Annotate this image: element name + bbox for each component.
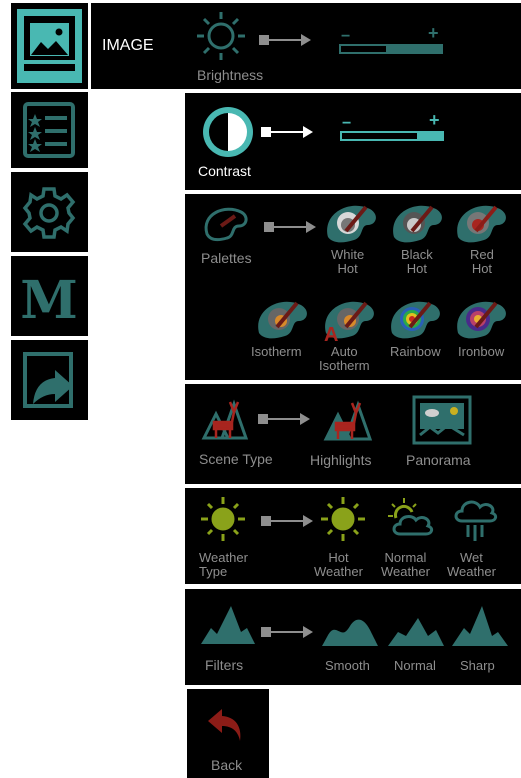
contrast-arrow-icon — [261, 126, 313, 138]
wet-weather-icon[interactable] — [450, 495, 500, 545]
rainbow-palette-icon[interactable] — [388, 297, 444, 343]
slider-plus: + — [429, 110, 440, 130]
weather-sun-icon[interactable] — [200, 496, 246, 542]
sidebar-item-list[interactable] — [11, 92, 88, 168]
slider-track — [340, 131, 444, 141]
ironbow-palette-icon[interactable] — [454, 297, 510, 343]
highlights-icon[interactable] — [322, 393, 374, 443]
auto-isotherm-label: Auto Isotherm — [319, 344, 370, 373]
smooth-filter-icon[interactable] — [322, 616, 378, 646]
red-hot-label: Red Hot — [470, 247, 494, 276]
m-icon: M — [20, 270, 78, 331]
black-hot-label: Black Hot — [401, 247, 433, 276]
filters-arrow-icon — [261, 626, 313, 638]
sidebar-item-image[interactable] — [11, 3, 88, 89]
red-hot-palette-icon[interactable] — [454, 201, 510, 247]
isotherm-palette-icon[interactable] — [255, 297, 311, 343]
back-label: Back — [211, 757, 243, 773]
hot-weather-label: Hot Weather — [314, 550, 363, 579]
brightness-slider[interactable]: − + — [339, 24, 443, 56]
scene-arrow-icon — [258, 413, 310, 425]
white-hot-palette-icon[interactable] — [324, 201, 380, 247]
weather-type-label: Weather Type — [199, 550, 248, 579]
palette-icon[interactable] — [201, 204, 251, 244]
image-icon — [17, 9, 82, 83]
contrast-slider[interactable]: − + — [340, 111, 444, 143]
sharp-filter-icon[interactable] — [452, 606, 508, 646]
brightness-label: Brightness — [197, 67, 264, 83]
auto-isotherm-palette-icon[interactable]: A — [322, 297, 378, 346]
scene-deer-icon[interactable] — [200, 394, 249, 442]
back-arrow-icon — [208, 709, 241, 741]
slider-fill — [417, 133, 442, 139]
black-hot-palette-icon[interactable] — [390, 201, 446, 247]
filters-icon[interactable] — [201, 606, 255, 646]
slider-fill — [386, 46, 441, 52]
sidebar-item-export[interactable] — [11, 340, 88, 420]
palettes-label: Palettes — [201, 250, 252, 266]
isotherm-label: Isotherm — [251, 344, 302, 359]
panorama-label: Panorama — [406, 452, 471, 468]
panorama-icon[interactable] — [412, 395, 472, 445]
gear-icon — [22, 187, 76, 239]
wet-weather-label: Wet Weather — [447, 550, 496, 579]
normal-filter-label: Normal — [394, 658, 436, 673]
rainbow-label: Rainbow — [390, 344, 441, 359]
smooth-label: Smooth — [325, 658, 370, 673]
brightness-sun-icon[interactable] — [191, 6, 251, 66]
weather-arrow-icon — [261, 515, 313, 527]
normal-weather-icon[interactable] — [386, 496, 436, 542]
slider-minus: − — [341, 28, 351, 45]
list-icon — [23, 102, 75, 158]
export-icon — [23, 352, 73, 408]
contrast-label: Contrast — [198, 163, 251, 179]
highlights-label: Highlights — [310, 452, 372, 468]
slider-track — [339, 44, 443, 54]
slider-plus: + — [428, 23, 439, 43]
sharp-label: Sharp — [460, 658, 495, 673]
contrast-icon — [203, 107, 253, 157]
sidebar-item-settings[interactable] — [11, 172, 88, 252]
white-hot-label: White Hot — [331, 247, 365, 276]
page-title: IMAGE — [102, 37, 154, 54]
brightness-arrow-icon — [259, 34, 311, 46]
hot-weather-icon[interactable] — [320, 496, 366, 542]
normal-weather-label: Normal Weather — [381, 550, 430, 579]
sidebar-item-mode[interactable]: M — [11, 256, 88, 336]
svg-text:A: A — [324, 324, 338, 346]
svg-text:M: M — [20, 270, 78, 331]
slider-minus: − — [342, 115, 352, 132]
scene-type-label: Scene Type — [199, 451, 273, 467]
normal-filter-icon[interactable] — [388, 614, 444, 646]
palettes-arrow-icon — [264, 221, 316, 233]
filters-label: Filters — [205, 657, 244, 673]
ironbow-label: Ironbow — [458, 344, 505, 359]
